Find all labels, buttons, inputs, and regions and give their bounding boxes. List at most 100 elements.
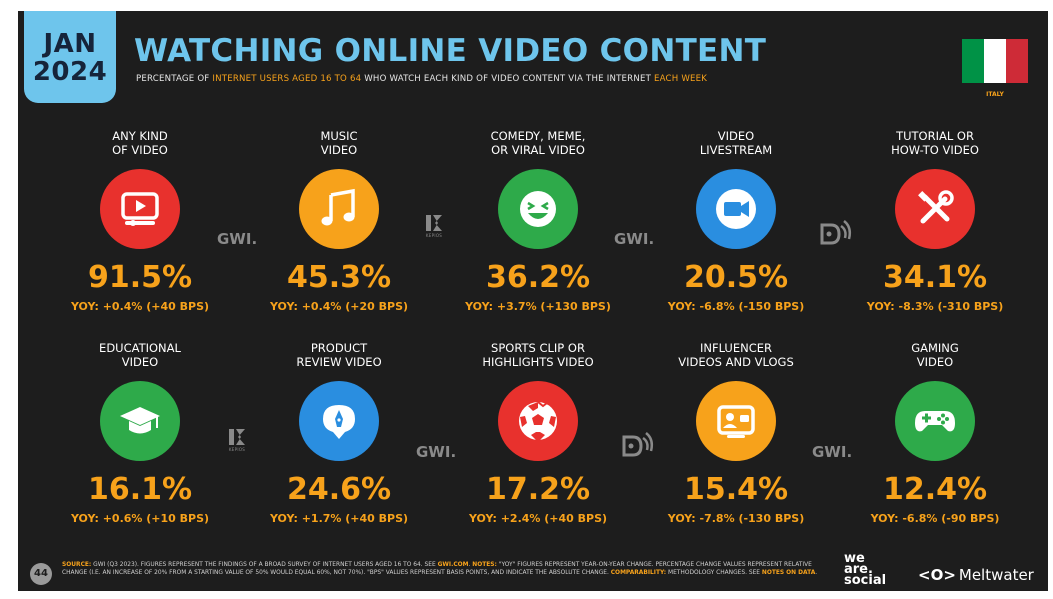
stat-product-review-video: PRODUCT REVIEW VIDEO 24.6% YOY: +1.7% (+4…	[254, 339, 424, 525]
stat-label: PRODUCT REVIEW VIDEO	[254, 339, 424, 369]
gwi-logo: GWI.	[614, 230, 655, 248]
comparability-text: METHODOLOGY CHANGES. SEE	[666, 570, 762, 576]
stat-label-line: VIDEO	[320, 143, 358, 157]
stat-value: 17.2%	[485, 472, 591, 507]
stat-label-line: SPORTS CLIP OR	[491, 341, 585, 355]
stat-label-line: PRODUCT	[310, 341, 368, 355]
stat-yoy: YOY: +0.4% (+40 BPS)	[70, 300, 210, 313]
gamepad-icon	[895, 381, 975, 461]
stat-value: 12.4%	[882, 472, 988, 507]
stat-label-line: OR VIRAL VIDEO	[491, 143, 585, 157]
stat-label-line: LIVESTREAM	[699, 143, 773, 157]
stat-yoy: YOY: -6.8% (-90 BPS)	[870, 512, 1000, 525]
stat-label: COMEDY, MEME, OR VIRAL VIDEO	[453, 127, 623, 157]
flag-stripe-red	[1006, 39, 1028, 83]
flag-stripe-green	[962, 39, 984, 83]
stat-label-line: TUTORIAL OR	[896, 129, 974, 143]
stat-label: MUSIC VIDEO	[254, 127, 424, 157]
stat-label: TUTORIAL OR HOW-TO VIDEO	[850, 127, 1020, 157]
flag-stripe-white	[984, 39, 1006, 83]
stat-yoy: YOY: -8.3% (-310 BPS)	[866, 300, 1004, 313]
meltwater-text: Meltwater	[958, 566, 1034, 584]
date-year: 2024	[32, 57, 108, 87]
kepios-text: KEPIOS	[228, 447, 246, 452]
stat-label-line: MUSIC	[320, 129, 358, 143]
gwi-logo: GWI.	[217, 230, 258, 248]
stat-label-line: GAMING	[911, 341, 959, 355]
stat-yoy: YOY: -7.8% (-130 BPS)	[667, 512, 805, 525]
subtitle-text: PERCENTAGE OF	[136, 74, 213, 84]
video-player-icon	[100, 169, 180, 249]
subtitle-highlight: INTERNET USERS AGED 16 TO 64	[212, 74, 362, 84]
stat-educational-video: EDUCATIONAL VIDEO 16.1% YOY: +0.6% (+10 B…	[55, 339, 225, 525]
stat-gaming-video: GAMING VIDEO 12.4% YOY: -6.8% (-90 BPS)	[850, 339, 1020, 525]
stat-label: GAMING VIDEO	[850, 339, 1020, 369]
brand-line: social	[844, 573, 887, 588]
stat-yoy: YOY: +0.4% (+20 BPS)	[269, 300, 409, 313]
gwi-logo: GWI.	[812, 443, 853, 461]
page-subtitle: PERCENTAGE OF INTERNET USERS AGED 16 TO …	[136, 74, 707, 84]
stat-any-video: ANY KIND OF VIDEO 91.5% YOY: +0.4% (+40 B…	[55, 127, 225, 313]
stat-value: 91.5%	[87, 260, 193, 295]
country-label: ITALY	[986, 91, 1004, 98]
kepios-icon	[229, 429, 245, 445]
stat-label: INFLUENCER VIDEOS AND VLOGS	[651, 339, 821, 369]
graduation-cap-icon	[100, 381, 180, 461]
meltwater-icon: <O>	[918, 566, 956, 584]
stat-music-video: MUSIC VIDEO 45.3% YOY: +0.4% (+20 BPS)	[254, 127, 424, 313]
subtitle-text: WHO WATCH EACH KIND OF VIDEO CONTENT VIA…	[361, 74, 654, 84]
stat-label-line: OF VIDEO	[112, 143, 168, 157]
soccer-ball-icon	[498, 381, 578, 461]
stat-yoy: YOY: +3.7% (+130 BPS)	[465, 300, 611, 313]
source-notes: SOURCE: GWI (Q3 2023). FIGURES REPRESENT…	[62, 561, 822, 577]
stat-label: SPORTS CLIP OR HIGHLIGHTS VIDEO	[453, 339, 623, 369]
notes-label: NOTES:	[472, 562, 497, 568]
stat-livestream: VIDEO LIVESTREAM 20.5% YOY: -6.8% (-150 B…	[651, 127, 821, 313]
stat-tutorial-video: TUTORIAL OR HOW-TO VIDEO 34.1% YOY: -8.3%…	[850, 127, 1020, 313]
stat-value: 24.6%	[286, 472, 392, 507]
stat-value: 16.1%	[87, 472, 193, 507]
stat-label-line: VIDEO	[121, 355, 159, 369]
video-camera-icon	[696, 169, 776, 249]
kepios-logo: KEPIOS	[225, 427, 249, 452]
kepios-icon	[426, 215, 442, 231]
stat-yoy: YOY: +0.6% (+10 BPS)	[70, 512, 210, 525]
stat-label-line: EDUCATIONAL	[99, 341, 181, 355]
stat-label-line: VIDEO	[717, 129, 755, 143]
slide: JAN 2024 WATCHING ONLINE VIDEO CONTENT P…	[18, 11, 1048, 591]
stat-influencer-video: INFLUENCER VIDEOS AND VLOGS 15.4% YOY: -7…	[651, 339, 821, 525]
stat-value: 45.3%	[286, 260, 392, 295]
stat-yoy: YOY: +2.4% (+40 BPS)	[468, 512, 608, 525]
gwi-logo: GWI.	[416, 443, 457, 461]
source-link[interactable]: GWI.COM	[438, 562, 469, 568]
stat-value: 15.4%	[683, 472, 789, 507]
kepios-logo: KEPIOS	[422, 213, 446, 238]
comparability-label: COMPARABILITY:	[610, 570, 667, 576]
subtitle-highlight: EACH WEEK	[654, 74, 708, 84]
stat-sports-video: SPORTS CLIP OR HIGHLIGHTS VIDEO 17.2% YOY…	[453, 339, 623, 525]
stat-label-line: HOW-TO VIDEO	[891, 143, 979, 157]
stat-label-line: INFLUENCER	[699, 341, 772, 355]
stat-label-line: VIDEO	[916, 355, 954, 369]
stat-yoy: YOY: -6.8% (-150 BPS)	[667, 300, 805, 313]
datareportal-logo-icon	[820, 220, 852, 245]
stat-value: 20.5%	[683, 260, 789, 295]
meltwater-logo: <O> Meltwater	[918, 566, 1034, 584]
source-text: GWI (Q3 2023). FIGURES REPRESENT THE FIN…	[91, 562, 438, 568]
tools-icon	[895, 169, 975, 249]
laughing-face-icon	[498, 169, 578, 249]
date-badge: JAN 2024	[24, 11, 116, 103]
stat-label-line: ANY KIND	[112, 129, 168, 143]
review-pen-icon	[299, 381, 379, 461]
music-note-icon	[299, 169, 379, 249]
page-title: WATCHING ONLINE VIDEO CONTENT	[134, 33, 767, 69]
we-are-social-logo: we are. social	[844, 552, 887, 588]
stat-value: 36.2%	[485, 260, 591, 295]
date-month: JAN	[43, 29, 97, 59]
stat-label-line: HIGHLIGHTS VIDEO	[482, 355, 594, 369]
stat-label-line: REVIEW VIDEO	[296, 355, 382, 369]
notes-end: .	[815, 570, 818, 576]
notes-on-data-link[interactable]: NOTES ON DATA	[762, 570, 815, 576]
stat-label-line: COMEDY, MEME,	[490, 129, 586, 143]
stat-label: ANY KIND OF VIDEO	[55, 127, 225, 157]
